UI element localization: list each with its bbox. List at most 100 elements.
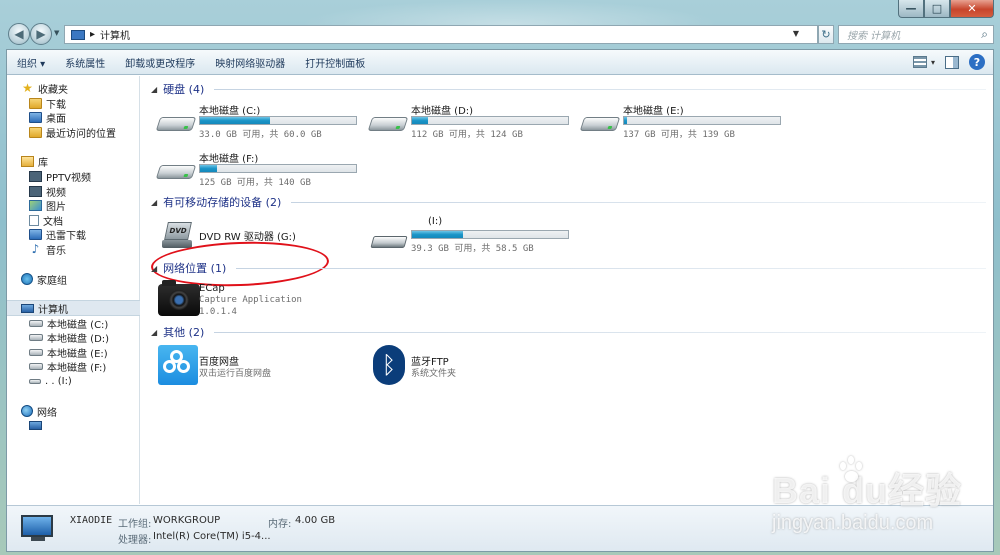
- group-header-removable[interactable]: ◢ 有可移动存储的设备 (2): [151, 194, 986, 210]
- minimize-button[interactable]: —: [898, 0, 924, 18]
- maximize-button[interactable]: □: [924, 0, 950, 18]
- nav-item-thunder-downloads[interactable]: 迅雷下载: [29, 227, 86, 242]
- address-bar[interactable]: ▸ 计算机 ▼: [64, 25, 818, 44]
- navigation-pane: ★ 收藏夹 下载 桌面 最近访问的位置 库 PPTV视频 视频 图片 文档 迅雷下…: [7, 76, 140, 504]
- group-title: 网络位置 (1): [163, 262, 227, 275]
- nav-label: 最近访问的位置: [46, 128, 116, 140]
- drive-name: (I:): [428, 216, 443, 227]
- usage-bar: [199, 164, 357, 173]
- drive-tile-usb[interactable]: (I:) 39.3 GB 可用，共 58.5 GB: [368, 216, 578, 258]
- drive-name: 本地磁盘 (C:): [199, 106, 261, 117]
- collapse-arrow-icon[interactable]: ◢: [151, 328, 157, 337]
- item-description: 系统文件夹: [411, 369, 457, 379]
- recent-places-icon: [29, 126, 42, 138]
- nav-libraries[interactable]: 库: [21, 154, 48, 169]
- drive-name: DVD RW 驱动器 (G:): [199, 232, 296, 243]
- video-icon: [29, 185, 42, 197]
- system-properties-button[interactable]: 系统属性: [55, 55, 115, 70]
- address-location[interactable]: 计算机: [100, 27, 130, 42]
- baidu-netdisk-icon: [158, 345, 198, 385]
- nav-item-desktop[interactable]: 桌面: [29, 110, 66, 125]
- nav-label: 本地磁盘 (E:): [47, 348, 108, 360]
- nav-item-network-computer[interactable]: [29, 418, 42, 432]
- nav-label: 桌面: [46, 113, 66, 125]
- star-icon: ★: [22, 80, 33, 95]
- network-icon: [21, 405, 33, 417]
- nav-item-documents[interactable]: 文档: [29, 213, 63, 228]
- nav-item-drive-f[interactable]: 本地磁盘 (F:): [29, 359, 106, 374]
- address-dropdown-icon[interactable]: ▼: [793, 29, 799, 38]
- network-computer-icon: [29, 420, 42, 430]
- group-header-network[interactable]: ◢ 网络位置 (1): [151, 260, 986, 276]
- change-view-icon[interactable]: [912, 56, 927, 68]
- video-library-icon: [29, 170, 42, 182]
- collapse-arrow-icon[interactable]: ◢: [151, 85, 157, 94]
- nav-item-drive-e[interactable]: 本地磁盘 (E:): [29, 345, 108, 360]
- nav-item-drive-d[interactable]: 本地磁盘 (D:): [29, 330, 110, 345]
- drive-tile-d[interactable]: 本地磁盘 (D:) 112 GB 可用，共 124 GB: [367, 102, 578, 144]
- search-input[interactable]: 搜索 计算机 ⌕: [838, 25, 994, 44]
- network-item-ecap[interactable]: ECap Capture Application 1.0.1.4: [156, 280, 366, 324]
- organize-menu[interactable]: 组织 ▾: [7, 55, 55, 70]
- search-icon[interactable]: ⌕: [981, 27, 988, 42]
- nav-network[interactable]: 网络: [21, 404, 57, 419]
- address-separator[interactable]: ▸: [90, 29, 95, 40]
- pictures-icon: [29, 199, 42, 211]
- bluetooth-icon: ᛒ: [373, 345, 405, 385]
- uninstall-program-button[interactable]: 卸载或更改程序: [115, 55, 205, 70]
- memory-label: 内存:: [268, 519, 292, 530]
- nav-item-videos[interactable]: 视频: [29, 184, 66, 199]
- other-item-baidu-netdisk[interactable]: 百度网盘 双击运行百度网盘: [156, 345, 366, 387]
- drive-tile-f[interactable]: 本地磁盘 (F:) 125 GB 可用，共 140 GB: [155, 150, 366, 192]
- nav-item-drive-i[interactable]: . . (I:): [29, 374, 72, 388]
- usage-bar: [623, 116, 781, 125]
- drive-tile-e[interactable]: 本地磁盘 (E:) 137 GB 可用，共 139 GB: [579, 102, 790, 144]
- computer-icon: [21, 303, 34, 313]
- view-dropdown-icon[interactable]: ▾: [931, 58, 935, 67]
- item-description: 双击运行百度网盘: [199, 369, 272, 379]
- usage-bar: [199, 116, 357, 125]
- drive-name: 本地磁盘 (D:): [411, 106, 474, 117]
- collapse-arrow-icon[interactable]: ◢: [151, 264, 157, 273]
- nav-item-recent-places[interactable]: 最近访问的位置: [29, 125, 116, 140]
- drive-icon: [29, 319, 43, 327]
- close-button[interactable]: ✕: [950, 0, 994, 18]
- nav-label: 家庭组: [37, 275, 67, 287]
- map-network-drive-button[interactable]: 映射网络驱动器: [205, 55, 295, 70]
- open-control-panel-button[interactable]: 打开控制面板: [295, 55, 375, 70]
- group-header-other[interactable]: ◢ 其他 (2): [151, 324, 986, 340]
- computer-icon: [21, 515, 57, 543]
- nav-item-downloads[interactable]: 下载: [29, 96, 66, 111]
- library-icon: [21, 155, 34, 167]
- drive-tile-c[interactable]: 本地磁盘 (C:) 33.0 GB 可用，共 60.0 GB: [155, 102, 366, 144]
- hard-drive-icon: [155, 156, 197, 182]
- nav-computer[interactable]: 计算机: [21, 301, 68, 316]
- group-header-hard-disks[interactable]: ◢ 硬盘 (4): [151, 81, 986, 97]
- nav-label: 收藏夹: [38, 84, 68, 96]
- nav-label: 视频: [46, 187, 66, 199]
- drive-icon: [29, 348, 43, 356]
- explorer-window: 组织 ▾ 系统属性 卸载或更改程序 映射网络驱动器 打开控制面板 ▾ ? ★ 收藏…: [6, 49, 994, 552]
- nav-label: 迅雷下载: [46, 230, 86, 242]
- nav-item-pptv[interactable]: PPTV视频: [29, 169, 92, 184]
- back-button[interactable]: ◀: [8, 23, 30, 45]
- refresh-button[interactable]: ↻: [818, 25, 834, 44]
- processor-value: Intel(R) Core(TM) i5-4...: [153, 531, 271, 542]
- other-item-bluetooth-ftp[interactable]: ᛒ 蓝牙FTP 系统文件夹: [368, 345, 578, 387]
- nav-favorites[interactable]: ★ 收藏夹: [21, 80, 68, 96]
- documents-icon: [29, 214, 39, 226]
- nav-label: 本地磁盘 (C:): [47, 319, 109, 331]
- nav-label: PPTV视频: [46, 172, 92, 184]
- group-divider: [236, 267, 986, 269]
- nav-item-pictures[interactable]: 图片: [29, 198, 66, 213]
- forward-button[interactable]: ▶: [30, 23, 52, 45]
- recent-pages-dropdown[interactable]: ▼: [54, 29, 59, 37]
- collapse-arrow-icon[interactable]: ◢: [151, 198, 157, 207]
- nav-homegroup[interactable]: 家庭组: [21, 272, 67, 287]
- camera-icon: [158, 280, 200, 316]
- nav-item-drive-c[interactable]: 本地磁盘 (C:): [29, 316, 109, 331]
- nav-item-music[interactable]: ♪ 音乐: [29, 242, 66, 257]
- preview-pane-icon[interactable]: [945, 55, 959, 69]
- help-icon[interactable]: ?: [969, 54, 985, 70]
- nav-label: 本地磁盘 (D:): [47, 333, 110, 345]
